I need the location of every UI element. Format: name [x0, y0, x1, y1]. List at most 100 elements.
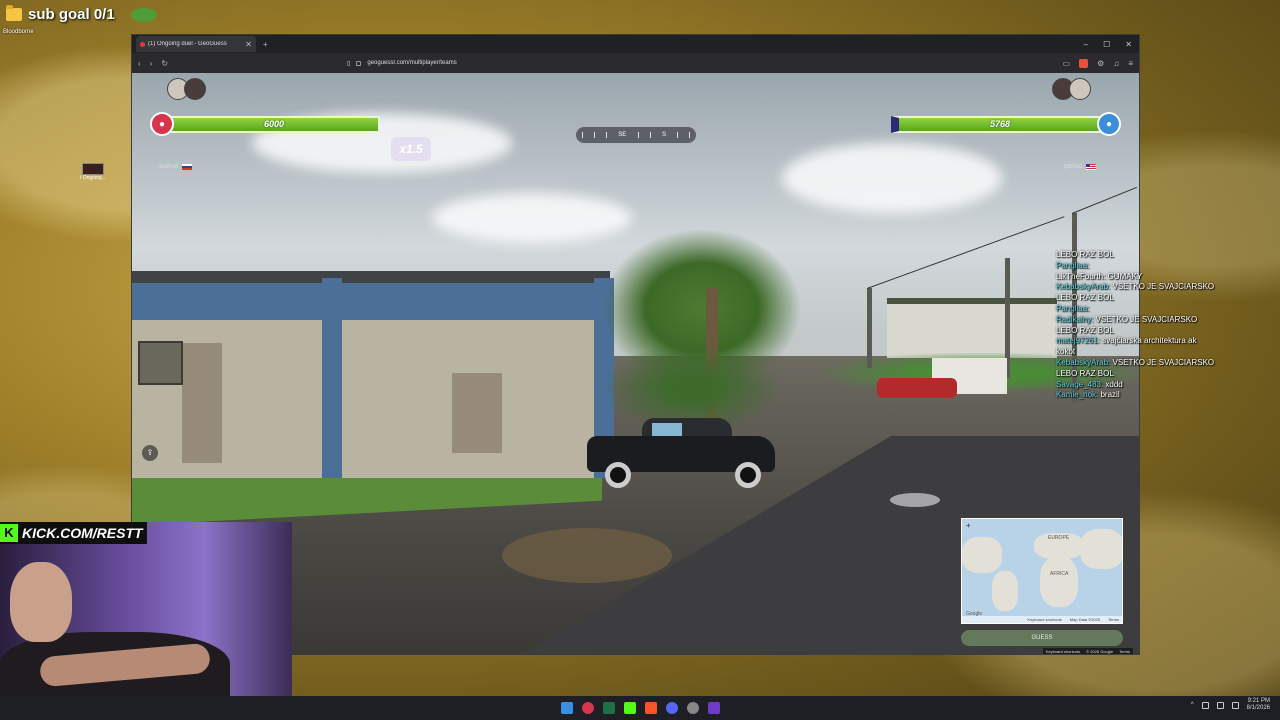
terms-link[interactable]: Terms	[1119, 649, 1130, 654]
copyright-text: © 2026 Google	[1086, 649, 1114, 654]
new-tab-icon[interactable]: +	[263, 40, 268, 49]
sub-goal-text: sub goal 0/1	[28, 6, 115, 23]
tab-title: (1) Ongoing duel - GeoGuess	[148, 41, 227, 47]
chat-message: LEBO RAZ BOL	[1056, 325, 1114, 335]
blue-location-pin-icon: ●	[1097, 112, 1121, 136]
chat-message: Pangliaa:	[1056, 260, 1090, 270]
chat-message: LEBO RAZ BOL	[1056, 250, 1114, 259]
map-land	[962, 537, 1002, 573]
bookmark-icon[interactable]: ▯	[347, 60, 350, 67]
car-wheel	[605, 462, 631, 488]
excel-icon[interactable]	[602, 702, 615, 714]
close-window-icon[interactable]: ✕	[1125, 40, 1132, 49]
left-team-player-names: resl/rod	[158, 164, 179, 170]
compass-label-se: SE	[618, 132, 627, 138]
left-team-hud: ● 6000	[150, 112, 380, 136]
right-team-names: lpb/red	[1064, 164, 1097, 170]
cloud	[782, 143, 1002, 213]
share-location-icon[interactable]: ⇪	[142, 445, 158, 461]
map-land	[992, 571, 1018, 611]
keyboard-shortcuts-link[interactable]: Keyboard shortcuts	[1046, 649, 1080, 654]
guess-minimap[interactable]: + EUROPE AFRICA Google Keyboard shortcut…	[961, 518, 1123, 624]
compass-label-s: S	[661, 132, 666, 138]
wall-roof	[132, 271, 610, 283]
url-text[interactable]: geoguessr.com/multiplayer/teams	[367, 60, 456, 66]
kick-logo-icon: K	[0, 524, 18, 542]
media-icon[interactable]: ♫	[1113, 59, 1119, 68]
brave-browser-icon[interactable]	[644, 702, 657, 714]
compass-tick	[606, 132, 608, 138]
windows-taskbar: ^ 9:21 PM 8/1/2026	[0, 696, 1280, 720]
compass-tick	[581, 132, 583, 138]
folder-label: Bloodborne	[3, 29, 34, 35]
app-icon[interactable]	[707, 702, 720, 714]
clock-date: 8/1/2026	[1246, 705, 1270, 712]
chat-message: Pangliaa:	[1056, 303, 1090, 313]
chat-message: Radikalny: VSETKO JE SVAJCIARSKO	[1056, 314, 1198, 324]
chat-message: kokot	[1056, 347, 1076, 357]
volume-icon[interactable]	[1231, 701, 1239, 709]
compass-tick	[689, 132, 691, 138]
wall-blue-band	[132, 278, 607, 320]
wall-pillar	[322, 278, 342, 478]
chat-message: KebabskyArab: VSETKO JE SVAJCIARSKO	[1056, 282, 1215, 292]
minimap-map-data: Map Data ©2025	[1069, 617, 1101, 622]
desktop-shortcut[interactable]: ł Ongoing...	[80, 163, 106, 181]
obs-icon[interactable]	[686, 702, 699, 714]
minimize-icon[interactable]: –	[1084, 40, 1088, 49]
maximize-icon[interactable]: ☐	[1103, 40, 1110, 49]
taskbar-apps	[560, 702, 720, 714]
avatar	[184, 78, 206, 100]
kick-app-icon[interactable]	[623, 702, 636, 714]
compass-tick	[637, 132, 639, 138]
damage-multiplier: x1.5	[391, 137, 431, 161]
tab-geoguessr[interactable]: (1) Ongoing duel - GeoGuess ✕	[136, 36, 256, 52]
site-info-icon[interactable]	[356, 60, 362, 66]
right-team-health-bar: 5768	[891, 115, 1103, 133]
right-team-player-names: lpb/red	[1064, 164, 1083, 170]
compass-tick	[593, 132, 595, 138]
mic-icon[interactable]	[1201, 701, 1209, 709]
start-menu-icon[interactable]	[560, 702, 573, 714]
discord-icon[interactable]	[665, 702, 678, 714]
car-wheel	[735, 462, 761, 488]
compass-tick	[649, 132, 651, 138]
chat-message: LEBO RAZ BOL	[1056, 293, 1114, 303]
black-sedan	[587, 418, 775, 488]
forward-icon[interactable]: ›	[150, 59, 153, 68]
chat-message: Kamie_nok: brazil	[1056, 390, 1120, 400]
back-icon[interactable]: ‹	[138, 59, 141, 68]
kick-channel-url: KICK.COM/RESTT	[22, 525, 143, 541]
folder-icon[interactable]	[6, 5, 22, 21]
reload-icon[interactable]: ↻	[161, 59, 168, 68]
geoguessr-app-icon[interactable]	[581, 702, 594, 714]
toolbar-actions: ▭ ⚙ ♫ ≡	[1063, 58, 1133, 68]
minimap-shortcuts-link[interactable]: Keyboard shortcuts	[1027, 617, 1061, 622]
left-team-health-bar: 6000	[168, 115, 380, 133]
clock-time: 9:21 PM	[1247, 698, 1270, 704]
shortcut-icon	[82, 163, 104, 175]
tray-chevron-icon[interactable]: ^	[1191, 702, 1194, 708]
map-land	[1080, 529, 1122, 569]
stream-chat: LEBO RAZ BOL Pangliaa: LikTheFourth: GUM…	[1056, 250, 1276, 401]
zoom-in-icon[interactable]: +	[966, 521, 971, 530]
guess-button[interactable]: GUESS	[961, 630, 1123, 646]
network-icon[interactable]	[1216, 701, 1224, 709]
attribution: Keyboard shortcuts © 2026 Google Terms	[1042, 648, 1133, 654]
geoguessr-favicon-icon	[140, 41, 145, 47]
tab-close-icon[interactable]: ✕	[245, 40, 252, 49]
clock[interactable]: 9:21 PM 8/1/2026	[1247, 698, 1270, 712]
distant-building	[887, 298, 1057, 358]
utility-pole	[867, 288, 872, 368]
minimap-terms-link[interactable]: Terms	[1108, 617, 1119, 622]
chat-message: KebabskyArab: VSETKO JE SVAJCIARSKO	[1056, 357, 1215, 367]
tab-bar: (1) Ongoing duel - GeoGuess ✕ + – ☐ ✕	[132, 35, 1139, 53]
cast-icon[interactable]: ▭	[1063, 59, 1071, 68]
address-bar[interactable]: ▯ geoguessr.com/multiplayer/teams	[347, 60, 1054, 67]
menu-icon[interactable]: ≡	[1128, 59, 1133, 68]
map-label-africa: AFRICA	[1050, 571, 1069, 577]
extensions-icon[interactable]: ⚙	[1097, 59, 1104, 68]
chat-message: Savage_483: xddd	[1056, 379, 1123, 389]
shortcut-label: ł Ongoing...	[80, 175, 106, 181]
brave-shield-icon[interactable]	[1079, 58, 1089, 68]
